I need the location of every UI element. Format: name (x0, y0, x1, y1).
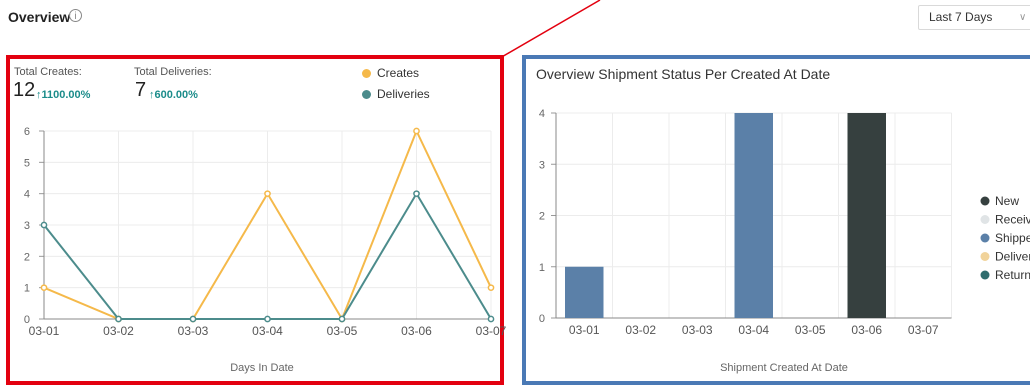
bar-chart-xtick-label: 03-03 (682, 323, 713, 337)
bar-chart-xtick-label: 03-01 (569, 323, 600, 337)
bar-legend-label-deliver: Deliver (995, 250, 1030, 264)
bar-chart-xtick-label: 03-04 (738, 323, 769, 337)
bar-chart-xtick-label: 03-06 (851, 323, 882, 337)
bar-shippe (734, 113, 773, 318)
bar-legend-dot-deliver (980, 252, 990, 261)
bar-legend-dot-receive (980, 215, 990, 224)
bar-legend-label-receive: Receive (995, 213, 1030, 227)
bar-chart-ytick-label: 0 (539, 313, 545, 325)
bar-chart-ytick-label: 1 (539, 262, 545, 274)
bar-chart-x-axis-label: Shipment Created At Date (720, 362, 848, 374)
bar-chart: 0 1 2 3 4 03-01 03-02 03-03 03-04 03-05 03-06 03-07… (539, 108, 1030, 374)
bar-new (847, 113, 886, 318)
bar-legend-dot-returne (980, 270, 990, 280)
bar-shippe (565, 266, 604, 318)
bar-chart-xtick-label: 03-02 (625, 323, 656, 337)
bar-legend-dot-new (980, 196, 990, 206)
bar-chart-xtick-label: 03-07 (908, 323, 939, 337)
bar-legend-dot-shippe (980, 233, 990, 243)
bar-chart-xtick-label: 03-05 (795, 323, 826, 337)
bar-legend-label-returne: Returne (995, 268, 1030, 282)
bar-legend-label-new: New (995, 194, 1019, 208)
bar-chart-ytick-label: 4 (539, 108, 545, 120)
bar-legend-label-shippe: Shippe (995, 231, 1030, 245)
bar-chart-ytick-label: 3 (539, 159, 545, 171)
bar-chart-ytick-label: 2 (539, 211, 545, 223)
